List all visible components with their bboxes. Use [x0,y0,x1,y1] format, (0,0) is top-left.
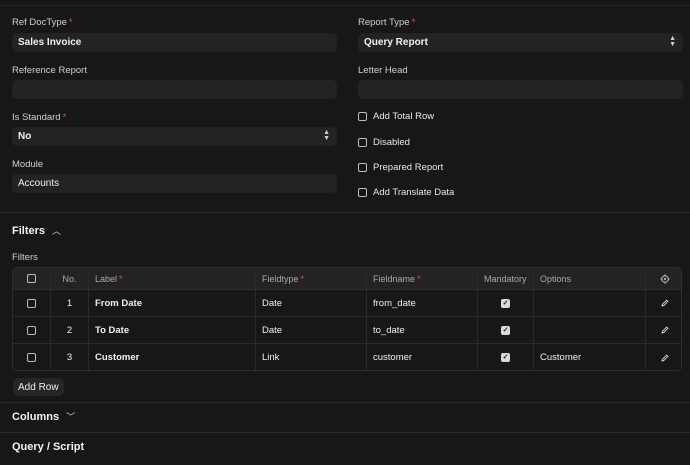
row-options[interactable] [534,317,646,343]
is-standard-label: Is Standard * [12,112,67,123]
section-divider [0,432,690,433]
row-no: 1 [51,290,89,316]
row-select-cell [13,290,51,316]
is-standard-select[interactable]: No ▲ ▼ [12,127,337,146]
disabled-checkbox[interactable]: Disabled [358,137,410,148]
col-fieldname: Fieldname * [367,268,478,289]
row-checkbox[interactable] [27,325,36,335]
section-divider [0,402,690,403]
select-all-checkbox[interactable] [27,274,36,283]
report-type-select[interactable]: Query Report ▲ ▼ [358,33,683,52]
col-fieldtype: Fieldtype * [256,268,367,289]
checkbox-icon[interactable] [358,188,367,197]
row-fieldname[interactable]: customer [367,344,478,370]
table-row[interactable]: 3 Customer Link customer ✓ Customer [13,344,681,370]
gear-icon[interactable] [646,268,681,289]
row-label[interactable]: From Date [89,290,256,316]
query-section-header[interactable]: Query / Script [12,441,84,453]
row-mandatory[interactable]: ✓ [478,344,534,370]
row-label[interactable]: To Date [89,317,256,343]
reference-report-field[interactable] [12,80,337,99]
row-fieldtype[interactable]: Date [256,317,367,343]
add-row-button[interactable]: Add Row [13,378,64,396]
report-type-label: Report Type * [358,17,416,28]
checkmark-icon[interactable]: ✓ [501,353,510,362]
chevron-up-icon[interactable]: ︿ [52,224,61,237]
add-translate-data-checkbox[interactable]: Add Translate Data [358,187,454,198]
pencil-icon[interactable] [646,344,681,370]
row-label[interactable]: Customer [89,344,256,370]
col-label: Label * [89,268,256,289]
ref-doctype-field[interactable]: Sales Invoice [12,33,337,52]
prepared-report-checkbox[interactable]: Prepared Report [358,162,443,173]
add-total-row-checkbox[interactable]: Add Total Row [358,111,434,122]
checkbox-icon[interactable] [358,138,367,147]
row-fieldtype[interactable]: Link [256,344,367,370]
ref-doctype-label: Ref DocType * [12,17,73,28]
row-mandatory[interactable]: ✓ [478,317,534,343]
select-all-cell [13,268,51,289]
table-header: No. Label * Fieldtype * Fieldname * Mandato… [13,268,681,290]
select-arrows-icon: ▲ ▼ [323,129,330,142]
columns-section-header[interactable]: Columns ﹀ [12,410,75,423]
row-fieldname[interactable]: from_date [367,290,478,316]
checkmark-icon[interactable]: ✓ [501,298,510,308]
letter-head-label: Letter Head [358,65,408,76]
col-options: Options [534,268,646,289]
row-select-cell [13,344,51,370]
row-fieldname[interactable]: to_date [367,317,478,343]
module-label: Module [12,159,44,170]
row-checkbox[interactable] [27,298,36,308]
checkbox-icon[interactable] [358,112,367,121]
col-mandatory: Mandatory [478,268,534,289]
row-options[interactable] [534,290,646,316]
filters-table-caption: Filters [12,252,38,263]
select-arrows-icon: ▲ ▼ [669,35,676,48]
letter-head-field[interactable] [358,80,683,99]
pencil-icon[interactable] [646,317,681,343]
row-no: 3 [51,344,89,370]
chevron-down-icon[interactable]: ﹀ [66,410,75,423]
row-no: 2 [51,317,89,343]
row-options[interactable]: Customer [534,344,646,370]
top-divider [0,0,690,6]
row-select-cell [13,317,51,343]
filters-table: No. Label * Fieldtype * Fieldname * Mandato… [12,267,682,371]
table-row[interactable]: 1 From Date Date from_date ✓ [13,290,681,317]
section-divider [0,212,690,213]
row-mandatory[interactable]: ✓ [478,290,534,316]
checkmark-icon[interactable]: ✓ [501,325,510,335]
pencil-icon[interactable] [646,290,681,316]
reference-report-label: Reference Report [12,65,87,76]
module-field[interactable]: Accounts [12,174,337,193]
row-fieldtype[interactable]: Date [256,290,367,316]
checkbox-icon[interactable] [358,163,367,172]
table-row[interactable]: 2 To Date Date to_date ✓ [13,317,681,344]
col-no: No. [51,268,89,289]
filters-section-header[interactable]: Filters ︿ [12,224,61,237]
row-checkbox[interactable] [27,353,36,362]
